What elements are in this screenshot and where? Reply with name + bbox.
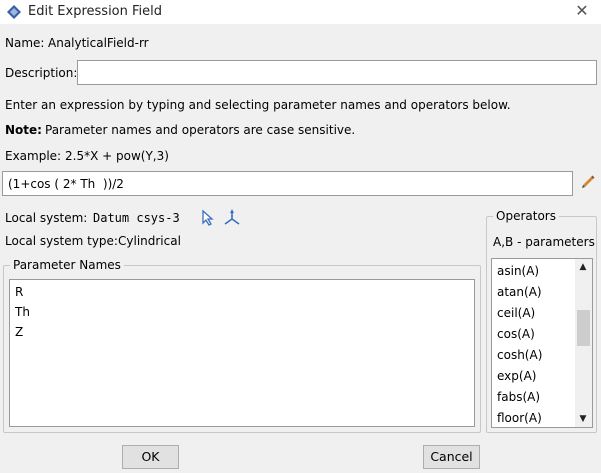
app-icon — [6, 4, 22, 20]
expression-field[interactable] — [2, 171, 573, 196]
pencil-icon[interactable] — [580, 173, 596, 189]
list-item[interactable]: R — [10, 282, 474, 302]
operators-scrollbar[interactable]: ▲ ▼ — [575, 259, 592, 427]
scroll-up-icon[interactable]: ▲ — [575, 259, 591, 275]
window-title: Edit Expression Field — [28, 4, 163, 19]
description-field[interactable] — [77, 60, 597, 85]
operators-subtitle: A,B - parameters — [493, 235, 595, 249]
list-item[interactable]: ceil(A) — [492, 303, 576, 324]
list-item[interactable]: Th — [10, 302, 474, 322]
cursor-arrow-icon[interactable] — [200, 209, 216, 227]
list-item[interactable]: floor(A) — [492, 408, 576, 429]
example-text: 2.5*X + pow(Y,3) — [65, 149, 169, 163]
parameter-names-list[interactable]: R Th Z — [9, 279, 475, 427]
name-label: Name: — [5, 36, 45, 50]
local-system-value: Datum csys-3 — [93, 211, 180, 225]
local-system-label: Local system: — [5, 211, 88, 225]
list-item[interactable]: asin(A) — [492, 261, 576, 282]
description-label: Description: — [5, 66, 78, 80]
scroll-down-icon[interactable]: ▼ — [575, 411, 591, 427]
close-icon[interactable]: ✕ — [573, 2, 591, 20]
local-system-type-label: Local system type: — [5, 234, 118, 248]
list-item[interactable]: cosh(A) — [492, 345, 576, 366]
operators-title: Operators — [493, 209, 559, 223]
note-text: Parameter names and operators are case s… — [45, 123, 356, 137]
scroll-thumb[interactable] — [577, 310, 590, 346]
local-system-type-value: Cylindrical — [118, 234, 181, 248]
name-value: AnalyticalField-rr — [48, 36, 149, 50]
description-input[interactable] — [78, 61, 596, 84]
list-item[interactable]: fabs(A) — [492, 387, 576, 408]
cancel-button[interactable]: Cancel — [423, 445, 480, 469]
list-item[interactable]: exp(A) — [492, 366, 576, 387]
operators-list[interactable]: asin(A) atan(A) ceil(A) cos(A) cosh(A) e… — [491, 258, 593, 428]
list-item[interactable]: cos(A) — [492, 324, 576, 345]
list-item[interactable]: Z — [10, 322, 474, 342]
parameter-names-title: Parameter Names — [10, 258, 124, 272]
note-label: Note: — [5, 123, 42, 137]
list-item[interactable]: atan(A) — [492, 282, 576, 303]
expression-input[interactable] — [3, 172, 572, 195]
example-label: Example: — [5, 149, 62, 163]
instruction-text: Enter an expression by typing and select… — [5, 98, 511, 112]
triad-axes-icon[interactable] — [223, 209, 241, 227]
ok-button[interactable]: OK — [122, 445, 179, 469]
